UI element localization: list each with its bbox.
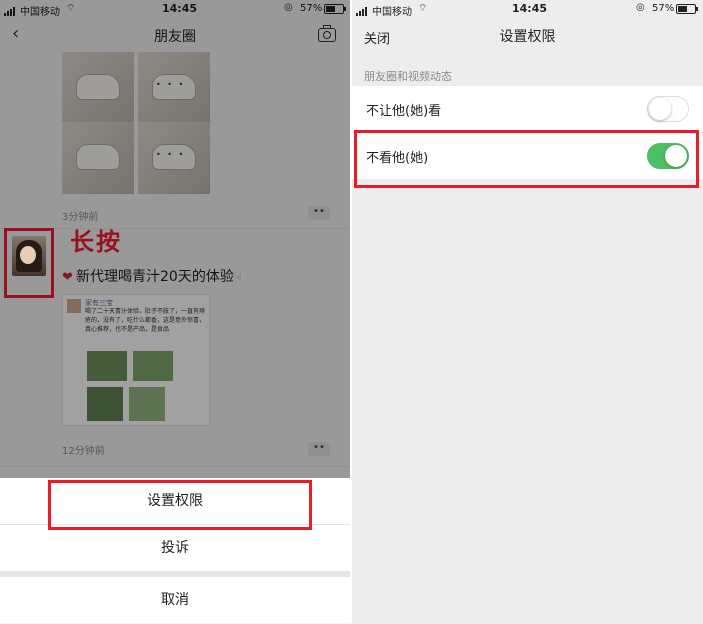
- nav-bar: 关闭 设置权限: [352, 18, 703, 54]
- cancel-option[interactable]: 取消: [0, 577, 350, 623]
- page-title: 设置权限: [499, 29, 556, 45]
- hide-my-posts-toggle[interactable]: [647, 96, 689, 122]
- battery-percent: 57%: [652, 3, 675, 14]
- permission-highlight-box: [48, 480, 312, 530]
- setting-label: 不让他(她)看: [366, 104, 442, 119]
- rotation-lock-icon: ◎: [636, 2, 645, 13]
- permission-screen: 中国移动 ⌔ 14:45 ◎ 57% 关闭 设置权限 朋友圈和视频动态 不让他(…: [352, 0, 703, 624]
- report-option[interactable]: 投诉: [0, 525, 350, 571]
- status-bar: 中国移动 ⌔ 14:45 ◎ 57%: [352, 0, 703, 18]
- signal-icon: [356, 5, 368, 16]
- battery-level: [678, 6, 688, 12]
- battery-icon: [676, 4, 698, 14]
- section-label: 朋友圈和视频动态: [364, 70, 452, 83]
- toggle-knob: [649, 98, 671, 120]
- wifi-icon: ⌔: [418, 3, 428, 14]
- dim-overlay[interactable]: [0, 0, 350, 480]
- toggle-highlight-box: [354, 130, 699, 188]
- carrier-label: 中国移动: [372, 7, 412, 18]
- setting-row-hide-my-posts[interactable]: 不让他(她)看: [352, 86, 703, 132]
- status-time: 14:45: [512, 2, 548, 15]
- moments-screen: 中国移动 ⌔ 14:45 ◎ 57% ‹ 朋友圈 • • • • • • 3分钟…: [0, 0, 350, 624]
